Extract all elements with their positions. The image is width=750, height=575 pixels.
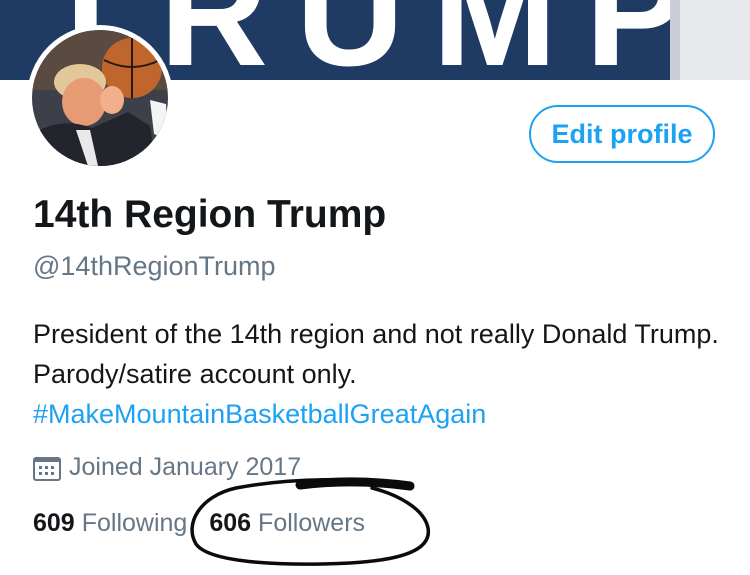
edit-profile-button[interactable]: Edit profile — [529, 105, 715, 163]
profile-handle[interactable]: @14thRegionTrump — [33, 251, 276, 282]
banner-edge — [670, 0, 680, 80]
following-link[interactable]: 609 Following — [33, 509, 187, 538]
bio-hashtag-link[interactable]: #MakeMountainBasketballGreatAgain — [33, 399, 486, 429]
profile-stats: 609 Following 606 Followers — [33, 509, 365, 538]
bio-text: President of the 14th region and not rea… — [33, 319, 719, 389]
followers-link[interactable]: 606 Followers — [209, 509, 365, 538]
avatar[interactable] — [27, 25, 173, 171]
followers-count: 606 — [209, 509, 252, 537]
banner-edge-light — [680, 0, 750, 80]
profile-photo-icon — [32, 30, 168, 166]
profile-bio: President of the 14th region and not rea… — [33, 314, 733, 434]
joined-date: Joined January 2017 — [33, 453, 301, 482]
profile-name: 14th Region Trump — [33, 193, 387, 236]
joined-label: Joined January 2017 — [69, 453, 302, 481]
following-count: 609 — [33, 509, 75, 537]
following-label: Following — [81, 509, 188, 537]
calendar-icon — [33, 456, 61, 481]
followers-label: Followers — [258, 509, 366, 537]
